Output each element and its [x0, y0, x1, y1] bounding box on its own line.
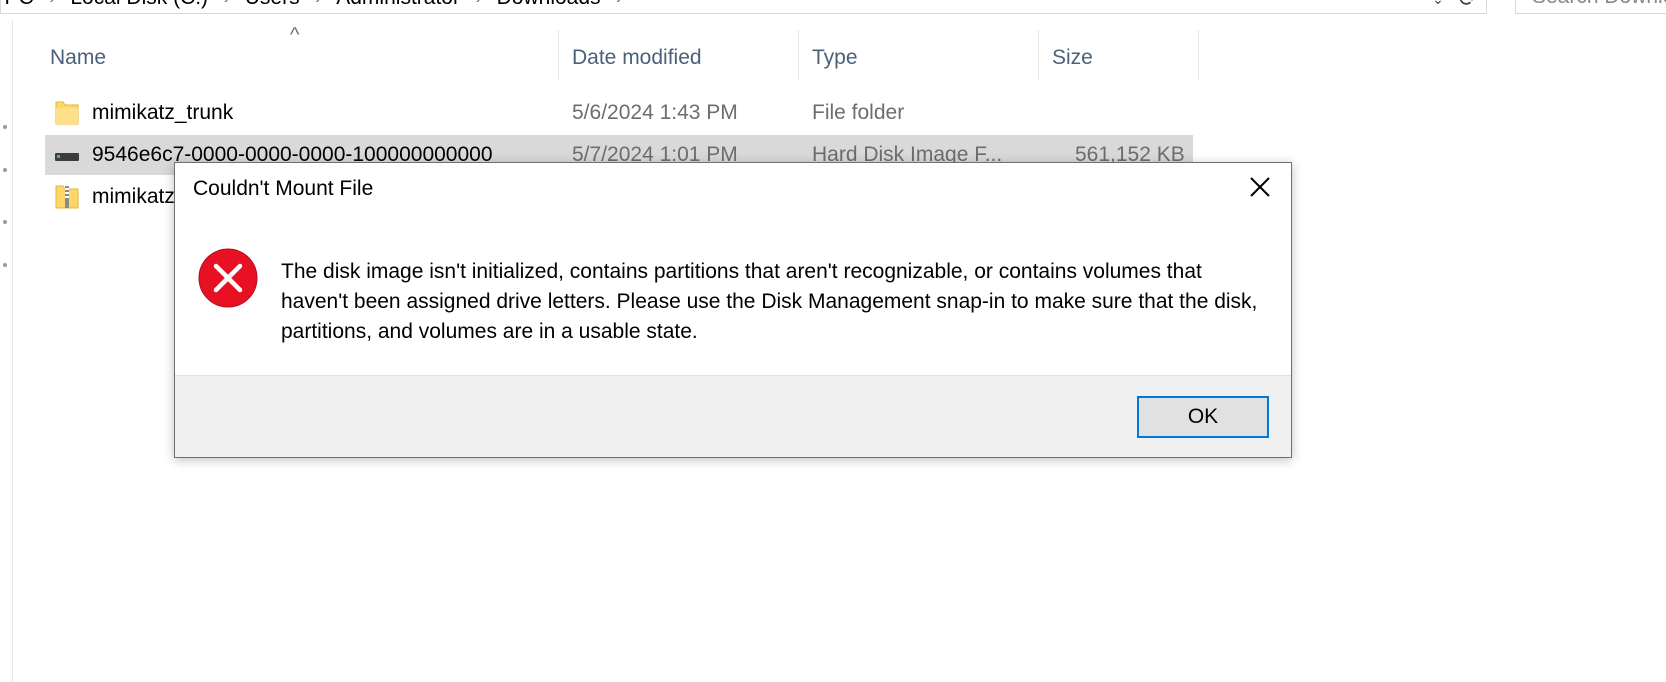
breadcrumb-this-pc[interactable]: This PC [0, 0, 44, 10]
column-header-date-modified[interactable]: Date modified [562, 38, 800, 78]
zip-folder-icon [55, 185, 79, 209]
column-divider[interactable] [1038, 30, 1039, 80]
breadcrumb-users[interactable]: Users [235, 0, 310, 10]
column-header-type[interactable]: Type [802, 38, 1040, 78]
column-divider[interactable] [798, 30, 799, 80]
error-icon [198, 248, 258, 308]
chevron-right-icon[interactable]: › [218, 0, 235, 6]
column-header-size[interactable]: Size [1042, 38, 1200, 78]
chevron-down-icon: ⌄ [1432, 0, 1444, 8]
refresh-icon: ⟳ [1459, 0, 1477, 12]
chevron-right-icon[interactable]: › [310, 0, 327, 6]
file-row[interactable]: mimikatz_trunk 5/6/2024 1:43 PM File fol… [45, 93, 1193, 133]
navigation-pane[interactable] [0, 20, 13, 682]
breadcrumb-administrator[interactable]: Administrator [326, 0, 470, 10]
chevron-right-icon[interactable]: › [611, 0, 628, 6]
breadcrumb-local-disk[interactable]: Local Disk (C:) [60, 0, 218, 10]
column-divider[interactable] [1198, 30, 1199, 80]
chevron-right-icon[interactable]: › [44, 0, 61, 6]
address-bar[interactable]: This PC › Local Disk (C:) › Users › Admi… [0, 0, 1487, 14]
dialog-title: Couldn't Mount File [193, 177, 374, 200]
nav-expand-icon[interactable] [3, 263, 7, 267]
column-header-type-label: Type [812, 46, 858, 69]
file-type: File folder [812, 101, 905, 124]
disk-image-icon [55, 153, 79, 161]
nav-expand-icon[interactable] [3, 220, 7, 224]
column-divider[interactable] [558, 30, 559, 80]
dialog-message: The disk image isn't initialized, contai… [281, 260, 1258, 343]
chevron-right-icon[interactable]: › [470, 0, 487, 6]
folder-icon [55, 101, 79, 125]
file-name: mimikatz_trunk [92, 101, 234, 124]
nav-expand-icon[interactable] [3, 125, 7, 129]
refresh-button[interactable]: ⟳ [1453, 0, 1483, 13]
column-header-size-label: Size [1052, 46, 1093, 69]
dialog-footer: OK [175, 375, 1291, 457]
file-date: 5/6/2024 1:43 PM [572, 101, 738, 124]
close-button[interactable] [1237, 169, 1283, 205]
breadcrumb: This PC › Local Disk (C:) › Users › Admi… [0, 0, 627, 13]
address-history-dropdown[interactable]: ⌄ [1423, 0, 1453, 13]
column-header-name-label: Name [50, 46, 107, 69]
column-header-name[interactable]: Name [40, 38, 558, 78]
search-placeholder: Search Downloads [1532, 0, 1666, 8]
nav-expand-icon[interactable] [3, 168, 7, 172]
column-header-date-label: Date modified [572, 46, 702, 69]
ok-button[interactable]: OK [1137, 396, 1269, 438]
search-input[interactable]: Search Downloads [1515, 0, 1666, 14]
close-icon [1250, 177, 1270, 197]
error-dialog: Couldn't Mount File The disk image isn't… [174, 162, 1292, 458]
breadcrumb-downloads[interactable]: Downloads [487, 0, 611, 10]
